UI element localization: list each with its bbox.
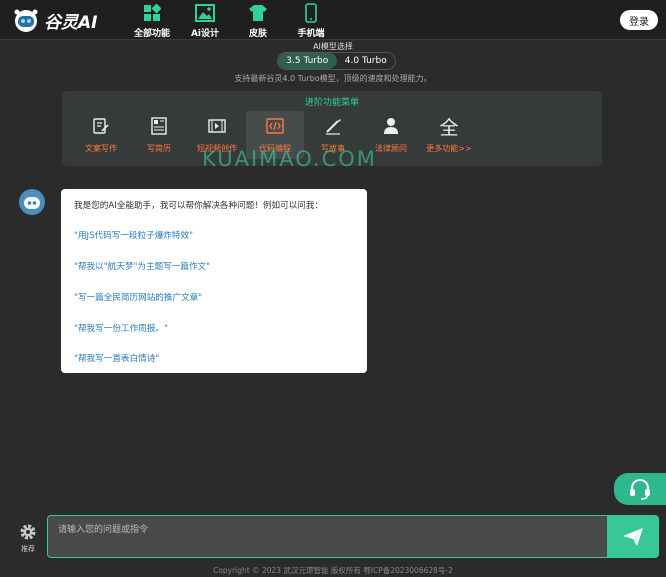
nav-item-skin[interactable]: 皮肤 — [234, 3, 282, 39]
login-button[interactable]: 登录 — [620, 10, 658, 30]
suggestion-link[interactable]: "写一篇全民简历网站的推广文章" — [74, 291, 202, 303]
suggestion-link[interactable]: "用JS代码写一段粒子爆炸特效" — [74, 229, 193, 241]
send-icon — [623, 527, 643, 546]
suggestion-link[interactable]: "帮我以"航天梦"为主题写一篇作文" — [74, 260, 210, 272]
code-icon — [265, 116, 285, 136]
nav-label: 皮肤 — [248, 29, 267, 39]
nav-item-all-features[interactable]: 全部功能 — [128, 3, 176, 39]
suggestion-link[interactable]: "帮我写一份工作周报。" — [74, 322, 168, 334]
nav-item-mobile[interactable]: 手机端 — [287, 3, 335, 39]
logo[interactable]: 谷灵AI — [12, 7, 97, 33]
menu-item-label: 写简历 — [147, 144, 171, 153]
nav-label: 手机端 — [297, 29, 325, 39]
pen-icon — [323, 116, 343, 136]
person-icon — [381, 116, 401, 136]
film-icon — [207, 116, 227, 136]
main-nav: 全部功能 Ai设计 皮肤 手机端 — [128, 3, 340, 39]
customer-support-button[interactable] — [614, 473, 666, 505]
phone-icon — [301, 3, 321, 23]
settings-label: 推荐 — [21, 545, 35, 553]
logo-text: 谷灵AI — [44, 12, 98, 33]
question-input[interactable] — [48, 516, 608, 557]
robot-logo-icon — [12, 7, 40, 33]
headset-icon — [630, 479, 650, 500]
footer-copyright: Copyright © 2023 武汉元璟智能 版权所有 鄂ICP备202300… — [213, 566, 453, 575]
menu-item-resume[interactable]: 写简历 — [130, 111, 188, 159]
assistant-message: 我是您的AI全能助手，我可以帮你解决各种问题！例如可以问我： "用JS代码写一段… — [61, 189, 367, 373]
grid-icon — [142, 3, 162, 23]
nav-label: 全部功能 — [133, 29, 170, 39]
menu-item-more[interactable]: 全 更多功能>> — [420, 111, 478, 159]
top-header: 谷灵AI 全部功能 Ai设计 皮肤 手机端 登录 — [0, 0, 666, 40]
model-select-title: AI模型选择 — [313, 42, 353, 51]
model-toggle: 3.5 Turbo 4.0 Turbo — [277, 52, 396, 70]
suggestion-link[interactable]: "帮我写一首表白情诗" — [74, 352, 159, 364]
watermark-text: KUAIMAO.COM — [202, 147, 377, 171]
robot-avatar-icon — [24, 197, 40, 209]
menu-item-label: 法律顾问 — [375, 144, 407, 153]
gear-icon — [20, 524, 36, 540]
question-input-box — [47, 515, 608, 558]
all-icon: 全 — [439, 116, 459, 139]
shirt-icon — [248, 3, 268, 23]
bot-avatar — [19, 189, 45, 215]
assistant-intro-text: 我是您的AI全能助手，我可以帮你解决各种问题！例如可以问我： — [74, 201, 324, 211]
model-description: 支持最新谷灵4.0 Turbo模型，顶级的速度和处理能力。 — [234, 74, 432, 83]
nav-item-ai-design[interactable]: Ai设计 — [181, 3, 229, 39]
menu-item-label: 文案写作 — [85, 144, 117, 153]
nav-label: Ai设计 — [190, 29, 220, 39]
menu-item-copywriting[interactable]: 文案写作 — [72, 111, 130, 159]
advanced-menu-title: 进阶功能菜单 — [304, 98, 359, 108]
model-option-3-5[interactable]: 3.5 Turbo — [278, 53, 337, 69]
menu-item-label: 更多功能>> — [426, 144, 472, 153]
image-icon — [195, 3, 215, 23]
settings-button[interactable]: 推荐 — [14, 522, 42, 554]
send-button[interactable] — [607, 515, 659, 558]
model-option-4-0[interactable]: 4.0 Turbo — [337, 53, 396, 69]
edit-doc-icon — [91, 116, 111, 136]
resume-icon — [149, 116, 169, 136]
